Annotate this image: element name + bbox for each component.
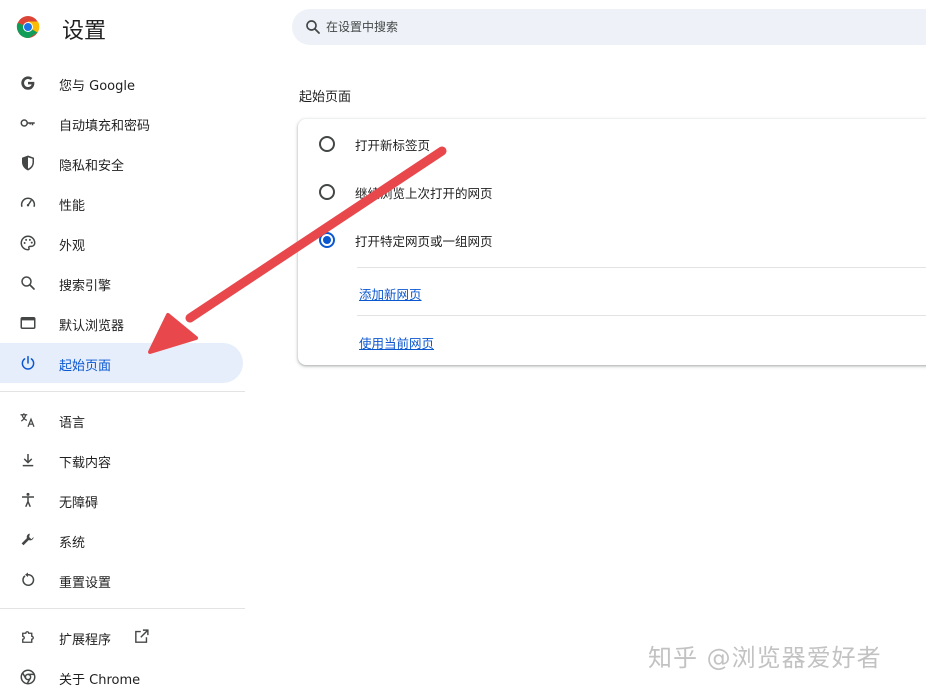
radio-label: 打开特定网页或一组网页 — [355, 234, 493, 249]
sidebar-divider — [0, 608, 245, 609]
sidebar-item-label: 语言 — [59, 416, 86, 431]
sidebar-item-search-engine[interactable]: 搜索引擎 — [0, 263, 243, 303]
sidebar-divider — [0, 391, 245, 392]
sidebar-item-reset[interactable]: 重置设置 — [0, 560, 243, 600]
accessibility-icon — [22, 492, 34, 508]
sidebar-item-downloads[interactable]: 下载内容 — [0, 440, 243, 480]
speedometer-icon — [20, 197, 36, 208]
startup-option-specific-pages[interactable]: 打开特定网页或一组网页 — [298, 215, 926, 263]
chrome-logo-icon — [16, 16, 40, 39]
radio-button-checked[interactable] — [319, 232, 335, 248]
add-new-page-link[interactable]: 添加新网页 — [359, 284, 422, 303]
card-divider — [357, 267, 926, 268]
section-title: 起始页面 — [299, 90, 352, 105]
sidebar-item-privacy[interactable]: 隐私和安全 — [0, 143, 243, 183]
search-icon — [306, 20, 320, 34]
palette-icon — [20, 235, 36, 251]
key-icon — [20, 119, 35, 127]
sidebar-item-you-and-google[interactable]: 您与 Google — [0, 63, 243, 103]
reset-icon — [22, 572, 35, 586]
translate-icon — [20, 413, 35, 427]
external-link-icon — [135, 629, 149, 643]
sidebar-item-label: 重置设置 — [59, 576, 112, 591]
sidebar-item-label: 下载内容 — [59, 456, 112, 471]
use-current-pages-link[interactable]: 使用当前网页 — [359, 333, 434, 352]
watermark: 知乎 @浏览器爱好者 — [648, 644, 882, 672]
sidebar-item-accessibility[interactable]: 无障碍 — [0, 480, 243, 520]
search-icon — [21, 276, 35, 290]
shield-icon — [22, 155, 34, 171]
sidebar-item-autofill[interactable]: 自动填充和密码 — [0, 103, 243, 143]
sidebar-item-label: 隐私和安全 — [59, 159, 125, 174]
browser-window-icon — [20, 317, 36, 329]
startup-option-new-tab[interactable]: 打开新标签页 — [298, 119, 926, 167]
google-g-icon — [21, 76, 35, 90]
puzzle-icon — [22, 631, 34, 643]
download-icon — [22, 454, 34, 467]
sidebar-item-label: 无障碍 — [59, 496, 99, 511]
sidebar-item-label: 您与 Google — [59, 79, 135, 94]
search-input[interactable] — [326, 9, 886, 45]
sidebar-item-label: 扩展程序 — [59, 633, 112, 648]
chrome-icon — [20, 669, 36, 685]
sidebar-item-performance[interactable]: 性能 — [0, 183, 243, 223]
sidebar-item-label: 起始页面 — [59, 359, 112, 374]
sidebar-item-label: 关于 Chrome — [59, 673, 141, 688]
card-divider — [357, 315, 926, 316]
sidebar-item-about[interactable]: 关于 Chrome — [0, 657, 243, 697]
radio-button[interactable] — [319, 136, 335, 152]
radio-label: 打开新标签页 — [355, 138, 431, 153]
startup-options-card: 打开新标签页 继续浏览上次打开的网页 打开特定网页或一组网页 添加新网页 使用当… — [298, 119, 926, 365]
sidebar-item-system[interactable]: 系统 — [0, 520, 243, 560]
power-icon — [21, 355, 35, 370]
sidebar-item-label: 自动填充和密码 — [59, 119, 151, 134]
sidebar-item-default-browser[interactable]: 默认浏览器 — [0, 303, 243, 343]
sidebar-item-extensions[interactable]: 扩展程序 — [0, 617, 243, 657]
search-bar[interactable] — [292, 9, 926, 45]
startup-option-continue[interactable]: 继续浏览上次打开的网页 — [298, 167, 926, 215]
radio-label: 继续浏览上次打开的网页 — [355, 186, 493, 201]
sidebar-item-label: 系统 — [59, 536, 86, 551]
sidebar-item-languages[interactable]: 语言 — [0, 400, 243, 440]
radio-button[interactable] — [319, 184, 335, 200]
sidebar-item-label: 搜索引擎 — [59, 279, 112, 294]
sidebar-item-label: 外观 — [59, 239, 86, 254]
sidebar-item-label: 默认浏览器 — [59, 319, 125, 334]
wrench-icon — [21, 533, 34, 546]
sidebar-item-label: 性能 — [59, 199, 86, 214]
sidebar-item-appearance[interactable]: 外观 — [0, 223, 243, 263]
page-title: 设置 — [62, 19, 107, 44]
sidebar-item-on-startup[interactable]: 起始页面 — [0, 343, 243, 383]
